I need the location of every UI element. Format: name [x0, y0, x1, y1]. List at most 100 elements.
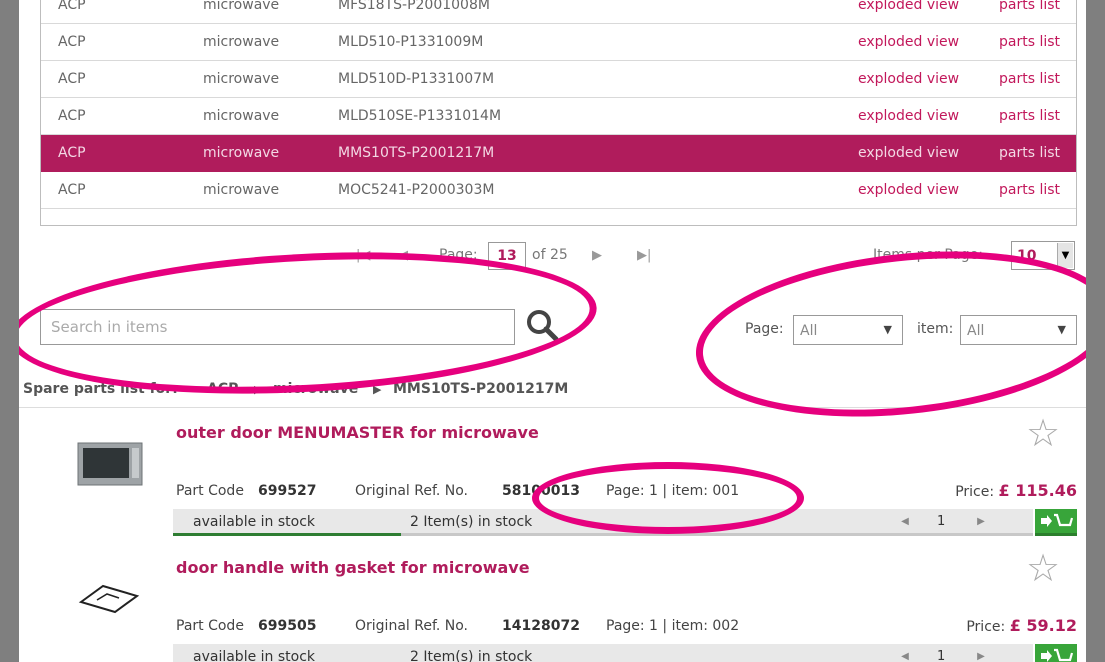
page-item-ref: Page: 1 | item: 002	[606, 618, 740, 634]
exploded-view-link[interactable]: exploded view	[858, 145, 959, 161]
cell-brand: ACP	[58, 71, 86, 87]
price: Price: £ 115.46	[955, 481, 1077, 500]
page-label: Page:	[439, 247, 478, 263]
last-page-icon[interactable]: ▶|	[637, 248, 651, 263]
part-code-label: Part Code	[176, 483, 244, 499]
cell-type: microwave	[203, 108, 280, 124]
cell-model: MFS18TS-P2001008M	[338, 0, 490, 13]
exploded-view-link[interactable]: exploded view	[858, 71, 959, 87]
breadcrumb-prefix: Spare parts list for:	[23, 381, 178, 397]
page-count: of 25	[532, 247, 568, 263]
part-title[interactable]: outer door MENUMASTER for microwave	[176, 423, 539, 442]
page-number-input[interactable]: 13	[488, 242, 526, 270]
parts-list-link[interactable]: parts list	[999, 34, 1060, 50]
search-button[interactable]	[523, 306, 563, 346]
stock-bar: available in stock 2 Item(s) in stock ◀ …	[173, 644, 1033, 662]
page-item-ref: Page: 1 | item: 001	[606, 483, 740, 499]
exploded-view-link[interactable]: exploded view	[858, 0, 959, 13]
page-filter-value: All	[800, 323, 818, 339]
price-value: £ 59.12	[1009, 616, 1077, 635]
qty-value[interactable]: 1	[937, 514, 945, 529]
exploded-view-link[interactable]: exploded view	[858, 182, 959, 198]
stock-level-fill	[173, 533, 401, 536]
favorite-star-icon[interactable]: ☆	[1026, 414, 1060, 452]
breadcrumb-separator-icon: ▶	[373, 383, 382, 396]
cell-model: MLD510SE-P1331014M	[338, 108, 502, 124]
models-table: ACP microwave MFS18TS-P2001008M exploded…	[40, 0, 1077, 226]
breadcrumb-separator-icon: ▶	[254, 383, 263, 396]
cell-brand: ACP	[58, 108, 86, 124]
next-page-icon[interactable]: ▶	[592, 248, 602, 263]
part-item: outer door MENUMASTER for microwave ☆ Pa…	[19, 410, 1086, 540]
items-per-page-value: 10	[1017, 248, 1037, 264]
table-row[interactable]: ACP microwave MLD510D-P1331007M exploded…	[41, 61, 1076, 98]
part-title[interactable]: door handle with gasket for microwave	[176, 558, 530, 577]
chevron-down-icon: ▼	[1057, 323, 1066, 336]
stock-count: 2 Item(s) in stock	[410, 514, 533, 530]
price-label: Price:	[966, 619, 1006, 635]
pagination: |◀ ◀ Page: 13 of 25 ▶ ▶| Items per Page:…	[19, 240, 1086, 274]
stock-bar: available in stock 2 Item(s) in stock ◀ …	[173, 509, 1033, 536]
parts-list-link[interactable]: parts list	[999, 108, 1060, 124]
orig-ref: 14128072	[502, 618, 580, 634]
breadcrumb: Spare parts list for: ACP ▶ microwave ▶ …	[19, 378, 1086, 408]
part-thumbnail	[78, 584, 140, 614]
cell-type: microwave	[203, 71, 280, 87]
search-input[interactable]	[41, 310, 514, 344]
search-field[interactable]	[40, 309, 515, 345]
stock-count: 2 Item(s) in stock	[410, 649, 533, 662]
part-code-label: Part Code	[176, 618, 244, 634]
qty-decrease-icon[interactable]: ◀	[895, 512, 915, 532]
qty-decrease-icon[interactable]: ◀	[895, 647, 915, 662]
part-code: 699527	[258, 483, 317, 499]
cell-type: microwave	[203, 182, 280, 198]
cell-model: MLD510-P1331009M	[338, 34, 484, 50]
cell-model: MMS10TS-P2001217M	[338, 145, 495, 161]
chevron-down-icon: ▼	[1057, 243, 1073, 268]
first-page-icon[interactable]: |◀	[356, 248, 370, 263]
add-to-cart-button[interactable]	[1035, 644, 1077, 662]
part-code: 699505	[258, 618, 317, 634]
qty-increase-icon[interactable]: ▶	[971, 512, 991, 532]
items-per-page-label: Items per Page:	[873, 247, 983, 263]
items-per-page-select[interactable]: 10 ▼	[1011, 241, 1075, 270]
cell-model: MLD510D-P1331007M	[338, 71, 495, 87]
parts-list-link[interactable]: parts list	[999, 0, 1060, 13]
price-value: £ 115.46	[998, 481, 1077, 500]
table-row-selected[interactable]: ACP microwave MMS10TS-P2001217M exploded…	[41, 135, 1076, 172]
cell-brand: ACP	[58, 182, 86, 198]
table-row[interactable]: ACP microwave MLD510SE-P1331014M explode…	[41, 98, 1076, 135]
exploded-view-link[interactable]: exploded view	[858, 34, 959, 50]
breadcrumb-brand[interactable]: ACP	[207, 381, 238, 397]
breadcrumb-type[interactable]: microwave	[273, 381, 358, 397]
cart-icon	[1041, 513, 1074, 527]
table-row[interactable]: ACP microwave MLD510-P1331009M exploded …	[41, 24, 1076, 61]
breadcrumb-model: MMS10TS-P2001217M	[393, 381, 569, 397]
orig-ref-label: Original Ref. No.	[355, 618, 468, 634]
table-row[interactable]: ACP microwave MFS18TS-P2001008M exploded…	[41, 0, 1076, 24]
add-to-cart-button[interactable]	[1035, 509, 1077, 536]
favorite-star-icon[interactable]: ☆	[1026, 549, 1060, 587]
item-filter-label: item:	[917, 321, 954, 337]
page-filter-select[interactable]: All ▼	[793, 315, 903, 345]
part-thumbnail	[77, 442, 143, 486]
cell-brand: ACP	[58, 145, 86, 161]
qty-increase-icon[interactable]: ▶	[971, 647, 991, 662]
cell-brand: ACP	[58, 34, 86, 50]
cell-type: microwave	[203, 145, 280, 161]
price-label: Price:	[955, 484, 995, 500]
parts-list-link[interactable]: parts list	[999, 71, 1060, 87]
page-frame: ACP microwave MFS18TS-P2001008M exploded…	[19, 0, 1086, 662]
search-icon	[527, 310, 559, 342]
prev-page-icon[interactable]: ◀	[398, 248, 408, 263]
table-row[interactable]: ACP microwave MOC5241-P2000303M exploded…	[41, 172, 1076, 209]
item-filter-select[interactable]: All ▼	[960, 315, 1077, 345]
parts-list-link[interactable]: parts list	[999, 145, 1060, 161]
orig-ref: 58100013	[502, 483, 580, 499]
page-filter-label: Page:	[745, 321, 784, 337]
qty-value[interactable]: 1	[937, 649, 945, 662]
cart-icon	[1041, 648, 1074, 662]
exploded-view-link[interactable]: exploded view	[858, 108, 959, 124]
cell-type: microwave	[203, 0, 280, 13]
parts-list-link[interactable]: parts list	[999, 182, 1060, 198]
